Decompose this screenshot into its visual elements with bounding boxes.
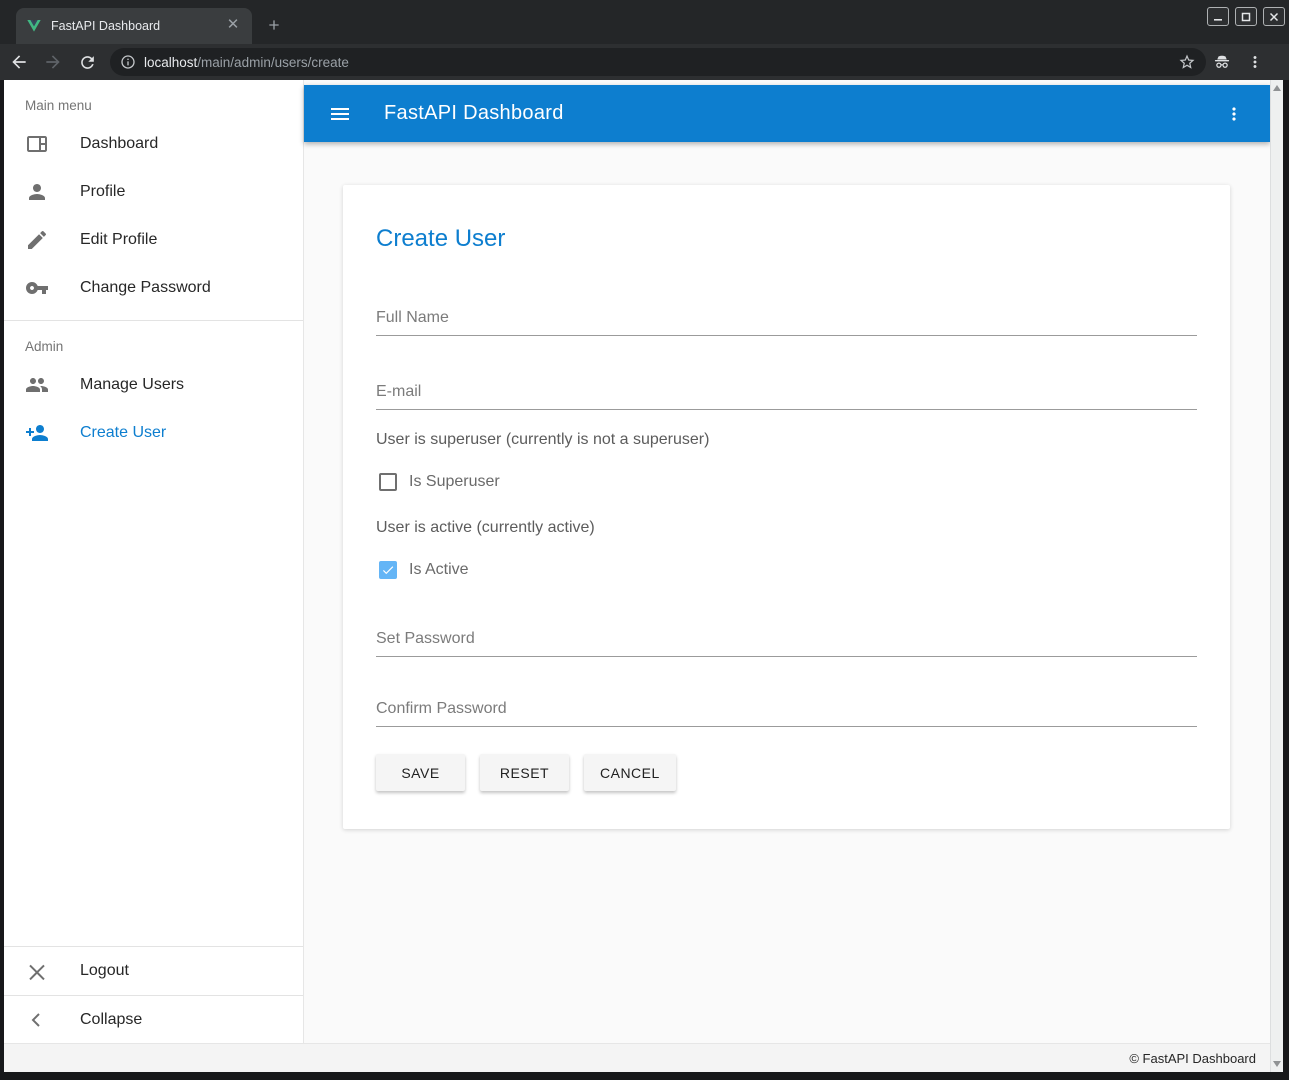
maximize-icon bbox=[1241, 12, 1251, 22]
sidebar-item-logout[interactable]: Logout bbox=[4, 947, 303, 995]
appbar-overflow-button[interactable] bbox=[1210, 90, 1258, 138]
email-input[interactable] bbox=[376, 383, 1197, 410]
sidebar-item-profile[interactable]: Profile bbox=[4, 168, 303, 216]
window-controls bbox=[1207, 7, 1285, 26]
page-title: Create User bbox=[376, 225, 1197, 253]
hamburger-icon bbox=[328, 102, 352, 126]
url-text: localhost/main/admin/users/create bbox=[144, 55, 1178, 70]
sidebar-spacer bbox=[4, 457, 303, 946]
active-hint: User is active (currently active) bbox=[376, 519, 1197, 537]
email-field-wrap bbox=[376, 383, 1197, 410]
browser-menu-button[interactable] bbox=[1246, 53, 1264, 71]
vue-favicon-icon bbox=[26, 18, 42, 34]
person-add-icon bbox=[25, 421, 49, 445]
sidebar-header-admin: Admin bbox=[4, 321, 303, 361]
plus-icon bbox=[266, 17, 282, 33]
sidebar-item-label: Collapse bbox=[80, 1011, 142, 1029]
full-name-field-wrap bbox=[376, 309, 1197, 336]
new-tab-button[interactable] bbox=[260, 11, 288, 39]
sidebar-bottom: Logout Collapse bbox=[4, 946, 303, 1043]
minimize-button[interactable] bbox=[1207, 7, 1229, 26]
logout-x-icon bbox=[25, 959, 49, 983]
web-page: Main menu Dashboard Profile Edit Profile bbox=[4, 80, 1283, 1072]
set-password-input[interactable] bbox=[376, 630, 1197, 657]
tab-close-icon[interactable]: ✕ bbox=[224, 17, 242, 35]
is-active-checkbox[interactable] bbox=[379, 561, 397, 579]
form-buttons: SAVE RESET CANCEL bbox=[376, 754, 1197, 791]
back-arrow-icon bbox=[9, 52, 29, 72]
page-footer: © FastAPI Dashboard bbox=[4, 1043, 1270, 1072]
sidebar-item-collapse[interactable]: Collapse bbox=[4, 995, 303, 1043]
sidebar-item-label: Profile bbox=[80, 183, 125, 201]
bookmark-star-icon[interactable] bbox=[1178, 53, 1196, 71]
sidebar-item-dashboard[interactable]: Dashboard bbox=[4, 120, 303, 168]
sidebar-header-main-menu: Main menu bbox=[4, 80, 303, 120]
url-path: /main/admin/users/create bbox=[197, 55, 349, 70]
scroll-down-arrow-icon[interactable] bbox=[1273, 1061, 1281, 1067]
app-bar: FastAPI Dashboard bbox=[304, 85, 1270, 142]
forward-button[interactable] bbox=[38, 48, 68, 76]
dots-vertical-icon bbox=[1224, 104, 1244, 124]
scroll-up-arrow-icon[interactable] bbox=[1273, 85, 1281, 91]
minimize-icon bbox=[1213, 12, 1223, 22]
cancel-button[interactable]: CANCEL bbox=[584, 754, 676, 791]
forward-arrow-icon bbox=[43, 52, 63, 72]
reload-button[interactable] bbox=[72, 48, 102, 76]
sidebar-item-change-password[interactable]: Change Password bbox=[4, 264, 303, 312]
page-info-icon[interactable] bbox=[120, 54, 136, 70]
toolbar-right bbox=[1212, 52, 1264, 72]
hamburger-menu-button[interactable] bbox=[316, 90, 364, 138]
save-button[interactable]: SAVE bbox=[376, 754, 465, 791]
main-area: FastAPI Dashboard Create User User is su… bbox=[304, 80, 1270, 1043]
sidebar-item-label: Change Password bbox=[80, 279, 211, 297]
close-icon bbox=[1269, 12, 1279, 22]
browser-tabstrip: FastAPI Dashboard ✕ bbox=[0, 0, 1289, 44]
person-icon bbox=[25, 180, 49, 204]
superuser-hint: User is superuser (currently is not a su… bbox=[376, 431, 1197, 449]
browser-tab[interactable]: FastAPI Dashboard ✕ bbox=[16, 8, 252, 44]
sidebar: Main menu Dashboard Profile Edit Profile bbox=[4, 80, 304, 1043]
reload-icon bbox=[78, 53, 97, 72]
confirm-password-input[interactable] bbox=[376, 700, 1197, 727]
tab-title: FastAPI Dashboard bbox=[51, 19, 224, 33]
confirm-password-field-wrap bbox=[376, 700, 1197, 727]
url-host: localhost bbox=[144, 55, 197, 70]
is-superuser-label: Is Superuser bbox=[409, 473, 500, 491]
set-password-field-wrap bbox=[376, 630, 1197, 657]
is-active-label: Is Active bbox=[409, 561, 469, 579]
key-icon bbox=[25, 276, 49, 300]
browser-toolbar: localhost/main/admin/users/create bbox=[0, 44, 1289, 80]
dashboard-icon bbox=[25, 132, 49, 156]
is-superuser-checkbox[interactable] bbox=[379, 473, 397, 491]
close-button[interactable] bbox=[1263, 7, 1285, 26]
checkmark-icon bbox=[381, 563, 395, 577]
sidebar-item-create-user[interactable]: Create User bbox=[4, 409, 303, 457]
sidebar-item-label: Edit Profile bbox=[80, 231, 157, 249]
sidebar-item-edit-profile[interactable]: Edit Profile bbox=[4, 216, 303, 264]
is-active-checkbox-row[interactable]: Is Active bbox=[376, 561, 1197, 579]
pencil-icon bbox=[25, 228, 49, 252]
is-superuser-checkbox-row[interactable]: Is Superuser bbox=[376, 473, 1197, 491]
copyright-text: © FastAPI Dashboard bbox=[1129, 1051, 1256, 1066]
full-name-input[interactable] bbox=[376, 309, 1197, 336]
sidebar-item-label: Logout bbox=[80, 962, 129, 980]
address-bar[interactable]: localhost/main/admin/users/create bbox=[110, 48, 1206, 76]
vertical-scrollbar[interactable] bbox=[1270, 80, 1283, 1072]
sidebar-item-label: Manage Users bbox=[80, 376, 184, 394]
chevron-left-icon bbox=[25, 1008, 49, 1032]
main-content: Create User User is superuser (currently… bbox=[304, 142, 1270, 1043]
create-user-card: Create User User is superuser (currently… bbox=[343, 185, 1230, 829]
sidebar-item-label: Dashboard bbox=[80, 135, 158, 153]
maximize-button[interactable] bbox=[1235, 7, 1257, 26]
back-button[interactable] bbox=[4, 48, 34, 76]
sidebar-item-label: Create User bbox=[80, 424, 166, 442]
incognito-icon bbox=[1212, 52, 1232, 72]
people-icon bbox=[25, 373, 49, 397]
sidebar-item-manage-users[interactable]: Manage Users bbox=[4, 361, 303, 409]
appbar-title: FastAPI Dashboard bbox=[384, 102, 1210, 125]
page-frame: Main menu Dashboard Profile Edit Profile bbox=[0, 80, 1289, 1080]
reset-button[interactable]: RESET bbox=[480, 754, 569, 791]
